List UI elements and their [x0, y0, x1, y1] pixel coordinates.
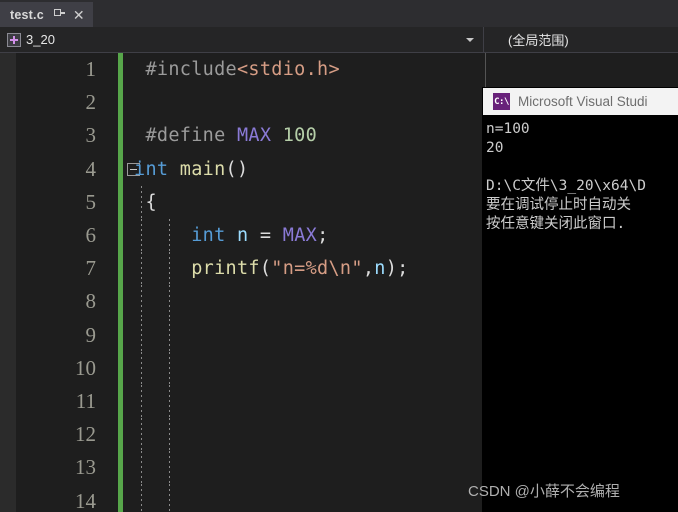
indent-guide [141, 484, 142, 512]
code-token: n [374, 258, 386, 280]
indent-guide [169, 484, 170, 512]
line-number: 2 [85, 90, 97, 115]
code-token: ; [317, 225, 329, 247]
chevron-down-icon[interactable] [466, 37, 474, 42]
code-token: "n=%d\n" [271, 258, 363, 280]
line-change-bar [118, 119, 123, 153]
indent-guide [141, 418, 142, 452]
indent-guide [169, 451, 170, 485]
pin-icon[interactable] [52, 7, 65, 22]
close-icon[interactable]: ✕ [73, 8, 85, 22]
console-output-line: 20 [486, 140, 504, 156]
console-output-line: D:\C文件\3_20\x64\D [486, 178, 646, 194]
code-token: #include [134, 59, 237, 81]
document-tab-label: test.c [10, 7, 44, 22]
navigation-bar: 3_20 (全局范围) [0, 27, 678, 53]
code-token: MAX [282, 225, 318, 247]
line-number: 6 [85, 223, 97, 248]
code-token: printf [191, 258, 260, 280]
indent-guide [141, 384, 142, 419]
line-number: 3 [85, 123, 97, 148]
project-scope-label: 3_20 [26, 32, 55, 47]
indent-guide [169, 351, 170, 385]
csdn-watermark: CSDN @小薛不会编程 [468, 483, 620, 500]
code-line-text: int main() [134, 159, 248, 180]
line-change-bar [118, 185, 123, 219]
console-title-bar[interactable]: C:\ Microsoft Visual Studi [483, 88, 678, 115]
code-token: ( [259, 258, 272, 280]
line-change-bar [118, 451, 123, 485]
line-number: 5 [85, 189, 97, 214]
line-change-bar [118, 53, 123, 87]
console-output-line: 按任意键关闭此窗口. [486, 216, 626, 232]
line-number: 14 [75, 488, 96, 512]
line-number: 12 [75, 422, 96, 447]
code-line-text: #include<stdio.h> [134, 59, 340, 80]
line-number: 11 [75, 388, 96, 413]
line-change-bar [118, 484, 123, 512]
indent-guide [169, 318, 170, 352]
line-change-bar [118, 351, 123, 385]
line-number: 10 [75, 355, 96, 380]
vs-editor-window: test.c ✕ 3_20 (全局范围) 1 #include<stdio.h>… [0, 0, 678, 512]
line-number: 9 [85, 322, 97, 347]
line-change-bar [118, 252, 123, 286]
console-title-label: Microsoft Visual Studi [518, 94, 648, 109]
code-token: ); [385, 258, 409, 280]
code-token: int [134, 158, 169, 180]
code-line-text: printf("n=%d\n",n); [134, 258, 409, 279]
indent-guide [169, 418, 170, 452]
indent-guide [141, 451, 142, 485]
indent-guide [141, 318, 142, 352]
console-output: n=100 20 D:\C文件\3_20\x64\D 要在调试停止时自动关 按任意键关… [483, 115, 678, 234]
line-change-bar [118, 152, 123, 186]
code-line-text: #define MAX 100 [134, 125, 317, 146]
indent-guide [141, 285, 142, 319]
code-token: , [362, 258, 375, 280]
indent-guide [169, 384, 170, 419]
code-token: <stdio.h> [236, 59, 340, 81]
code-token: () [225, 158, 249, 180]
code-token: 100 [282, 125, 318, 147]
console-app-icon: C:\ [493, 93, 510, 110]
code-line-text: int n = MAX; [134, 225, 329, 246]
code-token: int [191, 225, 226, 247]
member-scope-label: (全局范围) [508, 33, 569, 48]
line-change-bar [118, 384, 123, 419]
console-window[interactable]: C:\ Microsoft Visual Studi n=100 20 D:\C文… [483, 88, 678, 512]
line-number: 7 [85, 256, 97, 281]
indent-guide [169, 285, 170, 319]
line-number: 13 [75, 455, 96, 480]
document-tab-test-c[interactable]: test.c ✕ [0, 2, 93, 27]
line-change-bar [118, 218, 123, 253]
cpp-project-icon [7, 32, 21, 47]
console-output-line: n=100 [486, 121, 530, 137]
line-number: 1 [85, 57, 97, 82]
member-scope-dropdown[interactable]: (全局范围) [484, 27, 678, 52]
indent-guide [141, 351, 142, 385]
code-line-text: { [134, 192, 157, 213]
line-change-bar [118, 318, 123, 352]
code-token: { [134, 191, 157, 213]
console-output-line: 要在调试停止时自动关 [486, 197, 631, 213]
code-token: n [236, 225, 249, 247]
code-token: main [179, 158, 226, 180]
code-token: #define [134, 125, 237, 147]
line-number: 4 [85, 156, 97, 181]
code-token: MAX [236, 125, 272, 147]
document-tab-strip: test.c ✕ [0, 0, 678, 27]
project-scope-dropdown[interactable]: 3_20 [0, 27, 484, 52]
line-change-bar [118, 418, 123, 452]
line-number: 8 [85, 289, 97, 314]
line-change-bar [118, 285, 123, 319]
line-change-bar [118, 86, 123, 120]
code-token: = [248, 225, 283, 247]
